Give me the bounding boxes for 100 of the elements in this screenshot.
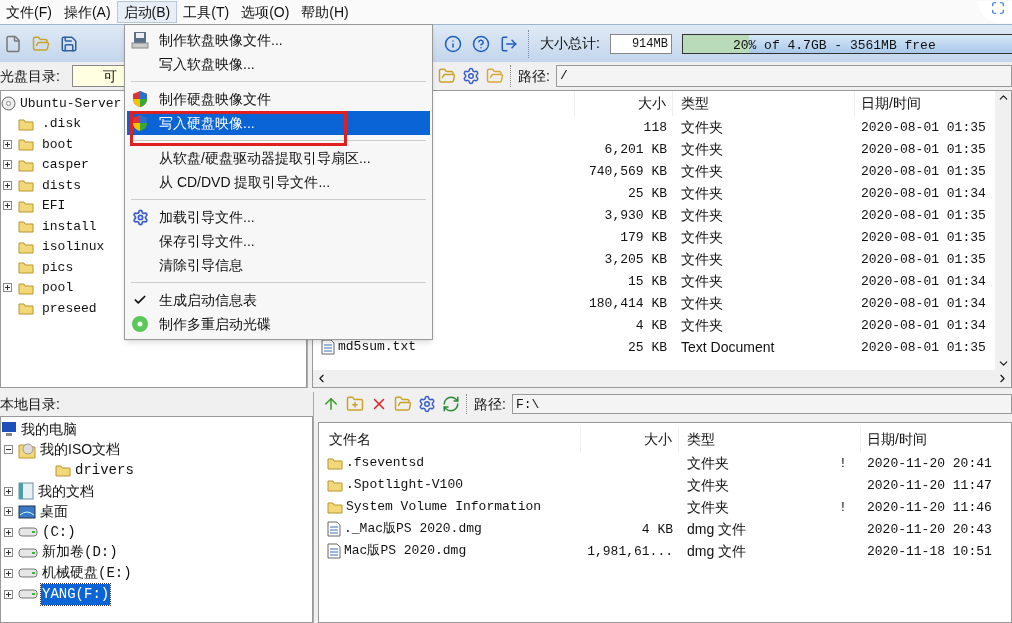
column-header[interactable]: 日期/时间 <box>867 429 927 450</box>
file-size: 3,930 KB <box>604 207 667 223</box>
file-type: 文件夹 <box>681 272 723 289</box>
tree-item[interactable]: boot <box>38 134 74 154</box>
column-header[interactable]: 大小 <box>638 93 666 114</box>
file-date: 2020-11-20 20:41 <box>867 455 992 471</box>
tree-item[interactable]: 我的文档 <box>37 480 95 502</box>
file-date: 2020-11-20 11:47 <box>867 477 992 493</box>
path-field[interactable]: F:\ <box>511 394 1012 414</box>
file-size: 740,569 KB <box>589 163 667 179</box>
file-type: dmg 文件 <box>687 542 747 559</box>
file-date: 2020-11-20 11:46 <box>867 499 992 515</box>
menu-item[interactable]: 操作(A) <box>57 1 117 23</box>
file-name[interactable]: md5sum.txt <box>338 337 416 357</box>
menu-item[interactable]: 从 CD/DVD 提取引导文件... <box>127 170 430 194</box>
file-type: 文件夹 <box>681 206 723 223</box>
file-size: 4 KB <box>635 317 667 333</box>
tree-item[interactable]: Ubuntu-Server <box>20 93 122 113</box>
file-size: 25 KB <box>628 185 667 201</box>
file-date: 2020-08-01 01:34 <box>861 185 986 201</box>
menu-item[interactable]: 选项(O) <box>235 1 296 23</box>
tree-item[interactable]: pool <box>38 278 74 298</box>
tree-item[interactable]: dists <box>38 175 81 195</box>
file-date: 2020-08-01 01:35 <box>861 163 986 179</box>
file-size: 25 KB <box>628 339 667 355</box>
file-size: 118 <box>643 119 667 135</box>
menu-item[interactable]: 文件(F) <box>0 1 58 23</box>
tree-item[interactable]: preseed <box>38 298 97 318</box>
menu-item[interactable]: 清除引导信息 <box>127 253 430 277</box>
file-size: 180,414 KB <box>589 295 667 311</box>
total-size-field: 914MB <box>609 33 672 54</box>
tree-item[interactable]: (C:) <box>41 521 77 543</box>
menu-item[interactable]: 保存引导文件... <box>127 229 430 253</box>
disc-directory-label: 光盘目录: <box>0 66 60 86</box>
menu-item[interactable]: 从软盘/硬盘驱动器提取引导扇区... <box>127 146 430 170</box>
file-size: 4 KB <box>641 521 673 537</box>
file-type: 文件夹 <box>681 228 723 245</box>
flag-text: ! <box>839 455 847 471</box>
file-name[interactable]: .fseventsd <box>346 453 424 473</box>
column-header[interactable]: 文件名 <box>329 429 371 450</box>
file-name[interactable]: Mac版PS 2020.dmg <box>344 541 467 561</box>
file-size: 179 KB <box>620 229 667 245</box>
tree-item[interactable]: 我的电脑 <box>20 418 78 440</box>
file-type: 文件夹 <box>681 294 723 311</box>
file-name[interactable]: .Spotlight-V100 <box>346 475 464 495</box>
tree-item[interactable]: install <box>38 216 97 236</box>
column-header[interactable]: 类型 <box>687 429 715 450</box>
file-size: 1,981,61... <box>587 543 673 559</box>
tree-item[interactable]: 我的ISO文档 <box>39 439 122 461</box>
menu-item[interactable]: 启动(B) <box>116 1 178 23</box>
column-header[interactable]: 日期/时间 <box>861 93 921 114</box>
file-date: 2020-11-20 20:43 <box>867 521 992 537</box>
path-field[interactable]: / <box>555 65 1012 87</box>
file-type: 文件夹 <box>687 476 729 493</box>
file-date: 2020-08-01 01:35 <box>861 251 986 267</box>
file-size: 3,205 KB <box>604 251 667 267</box>
menu-item[interactable]: 制作软盘映像文件... <box>127 28 430 52</box>
column-header[interactable]: 类型 <box>681 93 709 114</box>
tree-item[interactable]: 桌面 <box>39 501 69 523</box>
column-header[interactable]: 大小 <box>644 429 672 450</box>
file-type: 文件夹 <box>681 184 723 201</box>
file-type: 文件夹 <box>687 454 729 471</box>
tree-item[interactable]: .disk <box>38 114 81 134</box>
file-type: 文件夹 <box>687 498 729 515</box>
file-date: 2020-08-01 01:35 <box>861 141 986 157</box>
flag-text: ! <box>839 499 847 515</box>
file-size: 6,201 KB <box>604 141 667 157</box>
tree-item[interactable]: pics <box>38 257 74 277</box>
tree-item[interactable]: drivers <box>74 460 135 481</box>
file-type: 文件夹 <box>681 316 723 333</box>
menu-item[interactable]: 制作多重启动光碟 <box>127 312 430 336</box>
menu-item[interactable]: 生成启动信息表 <box>127 288 430 312</box>
file-date: 2020-08-01 01:35 <box>861 119 986 135</box>
file-type: 文件夹 <box>681 250 723 267</box>
menu-item[interactable]: 帮助(H) <box>295 1 355 23</box>
file-type: 文件夹 <box>681 140 723 157</box>
path-label: 路径: <box>518 66 550 86</box>
file-type: dmg 文件 <box>687 520 747 537</box>
file-date: 2020-08-01 01:34 <box>861 295 986 311</box>
menu-item[interactable]: 写入软盘映像... <box>127 52 430 76</box>
tree-item[interactable]: 机械硬盘(E:) <box>41 562 133 584</box>
file-size: 15 KB <box>628 273 667 289</box>
menu-item[interactable]: 制作硬盘映像文件 <box>127 87 430 111</box>
file-date: 2020-08-01 01:34 <box>861 317 986 333</box>
menu-item[interactable]: 工具(T) <box>177 1 236 23</box>
file-type: 文件夹 <box>681 162 723 179</box>
file-date: 2020-08-01 01:35 <box>861 207 986 223</box>
file-name[interactable]: System Volume Information <box>346 497 542 517</box>
local-directory-label: 本地目录: <box>0 394 60 414</box>
menu-item[interactable]: 加载引导文件... <box>127 205 430 229</box>
file-date: 2020-08-01 01:34 <box>861 273 986 289</box>
file-name[interactable]: ._Mac版PS 2020.dmg <box>344 519 482 539</box>
tree-item[interactable]: EFI <box>38 196 66 216</box>
tree-item[interactable]: 新加卷(D:) <box>41 542 119 564</box>
file-date: 2020-08-01 01:35 <box>861 229 986 245</box>
file-type: 文件夹 <box>681 118 723 135</box>
tree-item[interactable]: casper <box>38 155 89 175</box>
tree-item[interactable]: isolinux <box>38 237 105 257</box>
tree-item[interactable]: YANG(F:) <box>41 583 111 605</box>
file-type: Text Document <box>681 338 775 355</box>
